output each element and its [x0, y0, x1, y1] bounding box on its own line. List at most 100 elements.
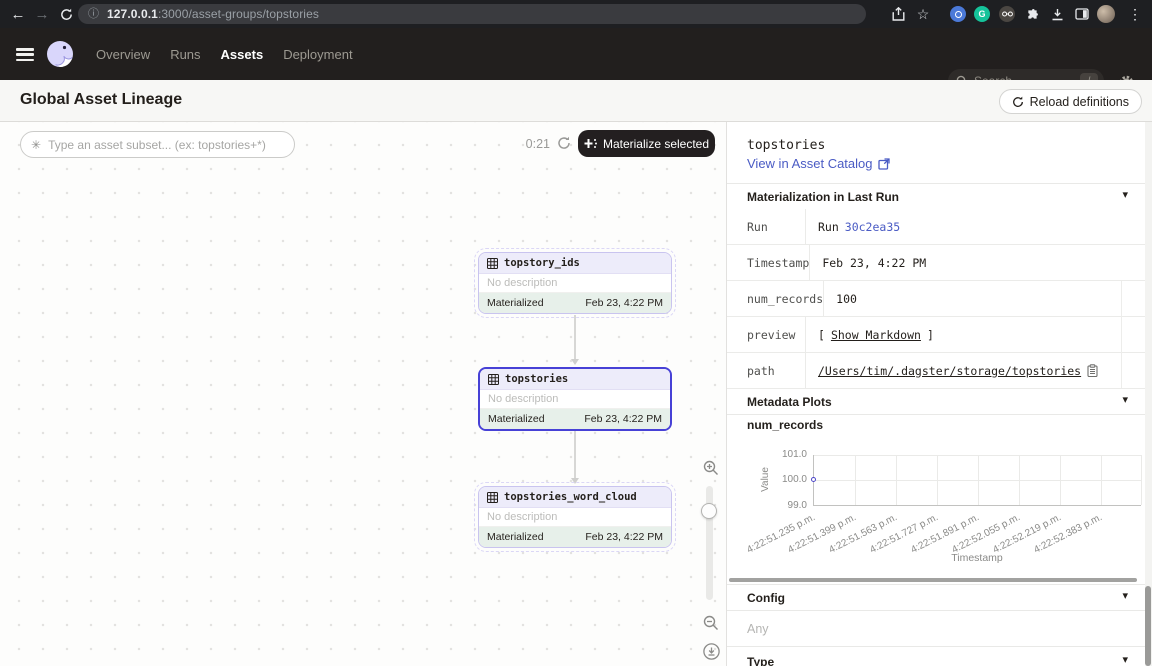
asset-description: No description	[479, 274, 671, 293]
zoom-to-fit-icon[interactable]	[703, 643, 720, 660]
panel-scrollbar-track[interactable]	[1145, 122, 1152, 666]
hamburger-menu-icon[interactable]	[16, 48, 34, 61]
path-link[interactable]: /Users/tim/.dagster/storage/topstories	[818, 364, 1081, 378]
x-tick: 4:22:51.235 p.m.	[745, 512, 817, 556]
y-tick-99: 99.0	[763, 500, 807, 511]
zoom-in-icon[interactable]	[703, 460, 719, 476]
asset-detail-panel: topstories View in Asset Catalog Materia…	[726, 122, 1152, 666]
materialize-sparkle-icon	[584, 138, 597, 150]
show-markdown-link[interactable]: Show Markdown	[831, 328, 921, 342]
extension-blue-icon[interactable]	[949, 5, 967, 23]
run-prefix: Run	[818, 220, 839, 234]
dagster-logo[interactable]	[46, 40, 74, 68]
panel-scrollbar-thumb[interactable]	[1145, 586, 1151, 666]
site-info-icon[interactable]: ⓘ	[88, 9, 99, 20]
panel-asset-title: topstories	[747, 138, 825, 153]
divider	[727, 183, 1152, 184]
row-label: num_records	[727, 281, 824, 316]
row-value: 100	[824, 292, 857, 306]
asset-timestamp: Feb 23, 4:22 PM	[584, 413, 662, 425]
browser-menu-icon[interactable]: ⋮	[1126, 5, 1144, 23]
section-metadata-plots: Metadata Plots	[747, 395, 832, 409]
y-tick-101: 101.0	[763, 449, 807, 460]
asset-description: No description	[479, 508, 671, 527]
x-axis-label: Timestamp	[813, 552, 1141, 564]
row-label: Run	[727, 209, 806, 244]
row-label: path	[727, 353, 806, 388]
row-label: preview	[727, 317, 806, 352]
table-icon	[487, 258, 498, 269]
zoom-slider-handle[interactable]	[701, 503, 717, 519]
asset-name: topstories_word_cloud	[504, 491, 637, 503]
collapse-caret-icon[interactable]: ▾	[1122, 188, 1128, 201]
asset-status: Materialized	[487, 297, 544, 309]
divider	[727, 584, 1152, 585]
asset-node-topstory_ids[interactable]: topstory_ids No description Materialized…	[478, 252, 672, 314]
metadata-plot[interactable]	[813, 455, 1141, 506]
plot-horizontal-scrollbar[interactable]	[729, 578, 1137, 582]
table-row-preview: preview [Show Markdown]	[727, 317, 1152, 353]
plot-title: num_records	[747, 418, 823, 432]
section-config: Config	[747, 591, 785, 605]
nav-item-runs[interactable]: Runs	[170, 47, 200, 62]
side-panel-icon[interactable]	[1073, 5, 1091, 23]
asset-name: topstories	[505, 373, 568, 385]
table-row-path: path /Users/tim/.dagster/storage/topstor…	[727, 353, 1152, 389]
nav-item-assets[interactable]: Assets	[221, 47, 264, 62]
materialize-selected-button[interactable]: Materialize selected	[578, 130, 715, 157]
browser-reload-icon[interactable]	[54, 0, 78, 28]
asset-node-topstories_word_cloud[interactable]: topstories_word_cloud No description Mat…	[478, 486, 672, 548]
divider	[1121, 281, 1122, 388]
section-type: Type	[747, 655, 774, 666]
zoom-out-icon[interactable]	[703, 615, 719, 631]
view-in-catalog-link[interactable]: View in Asset Catalog	[747, 156, 890, 171]
reload-definitions-button[interactable]: Reload definitions	[999, 89, 1142, 114]
refresh-timer: 0:21	[498, 137, 550, 151]
asset-status: Materialized	[488, 413, 545, 425]
collapse-caret-icon[interactable]: ▾	[1122, 653, 1128, 666]
browser-chrome: ← → ⓘ 127.0.0.1:3000/asset-groups/topsto…	[0, 0, 1152, 28]
extension-glasses-icon[interactable]	[998, 5, 1016, 23]
metadata-table: Run Run 30c2ea35 Timestamp Feb 23, 4:22 …	[727, 209, 1152, 389]
downloads-icon[interactable]	[1048, 5, 1066, 23]
row-label: Timestamp	[727, 245, 810, 280]
browser-back-icon[interactable]: ←	[6, 0, 30, 28]
address-bar[interactable]: ⓘ 127.0.0.1:3000/asset-groups/topstories	[78, 4, 866, 24]
asset-filter[interactable]: ✳	[20, 131, 295, 158]
bookmark-star-icon[interactable]: ☆	[914, 5, 932, 23]
refresh-icon	[1012, 96, 1024, 108]
table-row-run: Run Run 30c2ea35	[727, 209, 1152, 245]
app-nav: Overview Runs Assets Deployment /	[0, 28, 1152, 80]
edge-topstories-to-word-cloud	[574, 430, 576, 478]
section-materialization-last-run: Materialization in Last Run	[747, 190, 899, 204]
nav-item-deployment[interactable]: Deployment	[283, 47, 352, 62]
asset-name: topstory_ids	[504, 257, 580, 269]
config-value: Any	[747, 622, 769, 636]
nav-item-overview[interactable]: Overview	[96, 47, 150, 62]
extension-grammarly-icon[interactable]: G	[973, 5, 991, 23]
asset-description: No description	[480, 390, 670, 409]
browser-forward-icon[interactable]: →	[30, 0, 54, 28]
asset-timestamp: Feb 23, 4:22 PM	[585, 297, 663, 309]
graph-refresh-icon[interactable]	[557, 136, 573, 152]
external-link-icon	[878, 158, 890, 170]
y-axis-label: Value	[760, 467, 771, 492]
edge-topstory_ids-to-topstories	[574, 315, 576, 359]
divider	[727, 414, 1152, 415]
op-selector-icon: ✳	[31, 139, 41, 151]
collapse-caret-icon[interactable]: ▾	[1122, 589, 1128, 602]
asset-node-topstories[interactable]: topstories No description Materialized F…	[478, 367, 672, 431]
nav-links: Overview Runs Assets Deployment	[96, 28, 353, 80]
data-point[interactable]	[811, 477, 816, 482]
table-icon	[487, 492, 498, 503]
share-icon[interactable]	[889, 5, 907, 23]
asset-filter-input[interactable]	[48, 138, 284, 152]
table-row-num-records: num_records 100	[727, 281, 1152, 317]
profile-avatar[interactable]	[1097, 5, 1115, 23]
run-id-link[interactable]: 30c2ea35	[845, 220, 900, 234]
collapse-caret-icon[interactable]: ▾	[1122, 393, 1128, 406]
extensions-puzzle-icon[interactable]	[1023, 5, 1041, 23]
bracket: [	[818, 328, 825, 342]
copy-icon[interactable]	[1087, 364, 1098, 377]
divider	[727, 646, 1152, 647]
